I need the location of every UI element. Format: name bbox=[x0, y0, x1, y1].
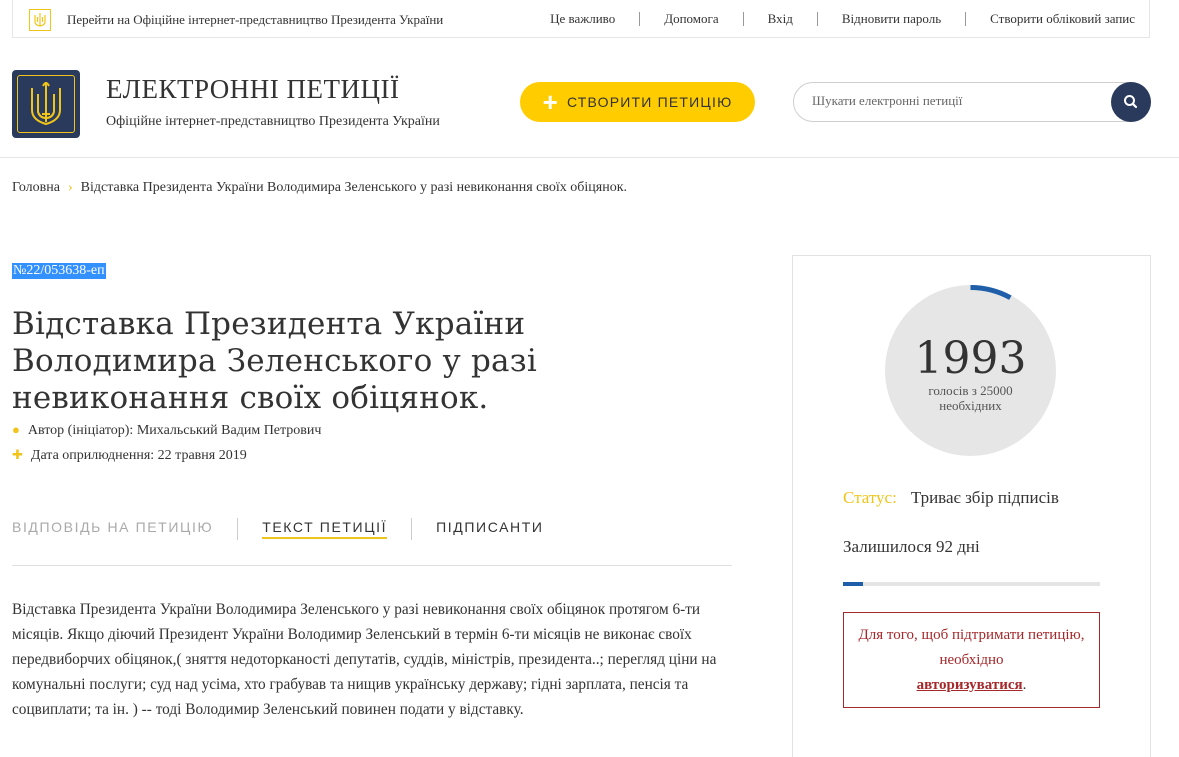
trident-logo[interactable] bbox=[12, 70, 80, 138]
tab-answer[interactable]: ВІДПОВІДЬ НА ПЕТИЦІЮ bbox=[12, 518, 237, 540]
top-bar: Перейти на Офіційне інтернет-представниц… bbox=[12, 0, 1150, 38]
nav-login[interactable]: Вхід bbox=[742, 12, 817, 26]
status-row: Статус: Триває збір підписів bbox=[843, 488, 1059, 508]
petition-title: Відставка Президента України Володимира … bbox=[12, 306, 537, 416]
petition-id: №22/053638-еп bbox=[12, 263, 106, 279]
date-text: Дата оприлюднення: 22 травня 2019 bbox=[30, 448, 247, 463]
votes-caption-line1: голосів з 25000 bbox=[928, 383, 1013, 398]
petition-tabs: ВІДПОВІДЬ НА ПЕТИЦІЮ ТЕКСТ ПЕТИЦІЇ ПІДПИ… bbox=[12, 518, 568, 540]
author-text: Автор (ініціатор): Михальський Вадим Пет… bbox=[27, 423, 322, 438]
chevron-right-icon: › bbox=[67, 180, 73, 195]
status-value: Триває збір підписів bbox=[910, 488, 1059, 507]
search-button[interactable] bbox=[1111, 82, 1151, 122]
votes-count: 1993 bbox=[914, 333, 1027, 384]
search-icon bbox=[1124, 95, 1138, 109]
days-remaining: Залишилося 92 дні bbox=[843, 537, 980, 556]
site-subtitle: Офіційне інтернет-представництво Президе… bbox=[106, 114, 440, 129]
auth-link[interactable]: авторизуватися bbox=[917, 677, 1023, 693]
auth-end: . bbox=[1022, 677, 1027, 693]
create-petition-label: СТВОРИТИ ПЕТИЦІЮ bbox=[566, 94, 733, 110]
plus-icon: + bbox=[542, 87, 559, 117]
header-divider bbox=[0, 157, 1179, 158]
trident-mini-icon[interactable] bbox=[29, 9, 51, 31]
auth-notice: Для того, щоб підтримати петицію, необхі… bbox=[843, 612, 1100, 708]
trident-icon bbox=[31, 82, 61, 126]
date-row: ✚ Дата оприлюднення: 22 травня 2019 bbox=[12, 447, 247, 464]
breadcrumb: Головна › Відставка Президента України Вол… bbox=[12, 180, 627, 196]
votes-caption-line2: необхідних bbox=[939, 398, 1002, 413]
nav-restore-password[interactable]: Відновити пароль bbox=[816, 12, 965, 26]
tab-text[interactable]: ТЕКСТ ПЕТИЦІЇ bbox=[237, 518, 411, 540]
search-box bbox=[793, 82, 1151, 122]
tabs-divider bbox=[12, 565, 732, 566]
status-label: Статус: bbox=[843, 488, 897, 507]
top-nav: Це важливо Допомога Вхід Відновити парол… bbox=[550, 12, 1135, 26]
author-row: ● Автор (ініціатор): Михальський Вадим Пе… bbox=[12, 422, 321, 439]
nav-help[interactable]: Допомога bbox=[639, 12, 742, 26]
user-icon: ● bbox=[12, 422, 20, 437]
petition-body: Відставка Президента України Володимира … bbox=[12, 601, 717, 718]
nav-important[interactable]: Це важливо bbox=[550, 12, 639, 26]
plus-small-icon: ✚ bbox=[12, 447, 23, 462]
votes-caption: голосів з 25000 необхідних bbox=[885, 383, 1056, 413]
tab-signers[interactable]: ПІДПИСАНТИ bbox=[411, 518, 567, 540]
signature-progress bbox=[843, 582, 1100, 586]
breadcrumb-current: Відставка Президента України Володимира … bbox=[80, 180, 627, 195]
create-petition-button[interactable]: + СТВОРИТИ ПЕТИЦІЮ bbox=[520, 82, 755, 122]
auth-text: Для того, щоб підтримати петицію, необхі… bbox=[858, 627, 1085, 668]
breadcrumb-home[interactable]: Головна bbox=[12, 180, 60, 195]
search-input[interactable] bbox=[810, 92, 1094, 110]
logo-frame bbox=[17, 75, 75, 133]
progress-fill bbox=[843, 582, 864, 586]
site-title[interactable]: ЕЛЕКТРОННІ ПЕТИЦІЇ bbox=[106, 74, 400, 105]
nav-register[interactable]: Створити обліковий запис bbox=[965, 12, 1135, 26]
official-site-link[interactable]: Перейти на Офіційне інтернет-представниц… bbox=[67, 12, 443, 28]
